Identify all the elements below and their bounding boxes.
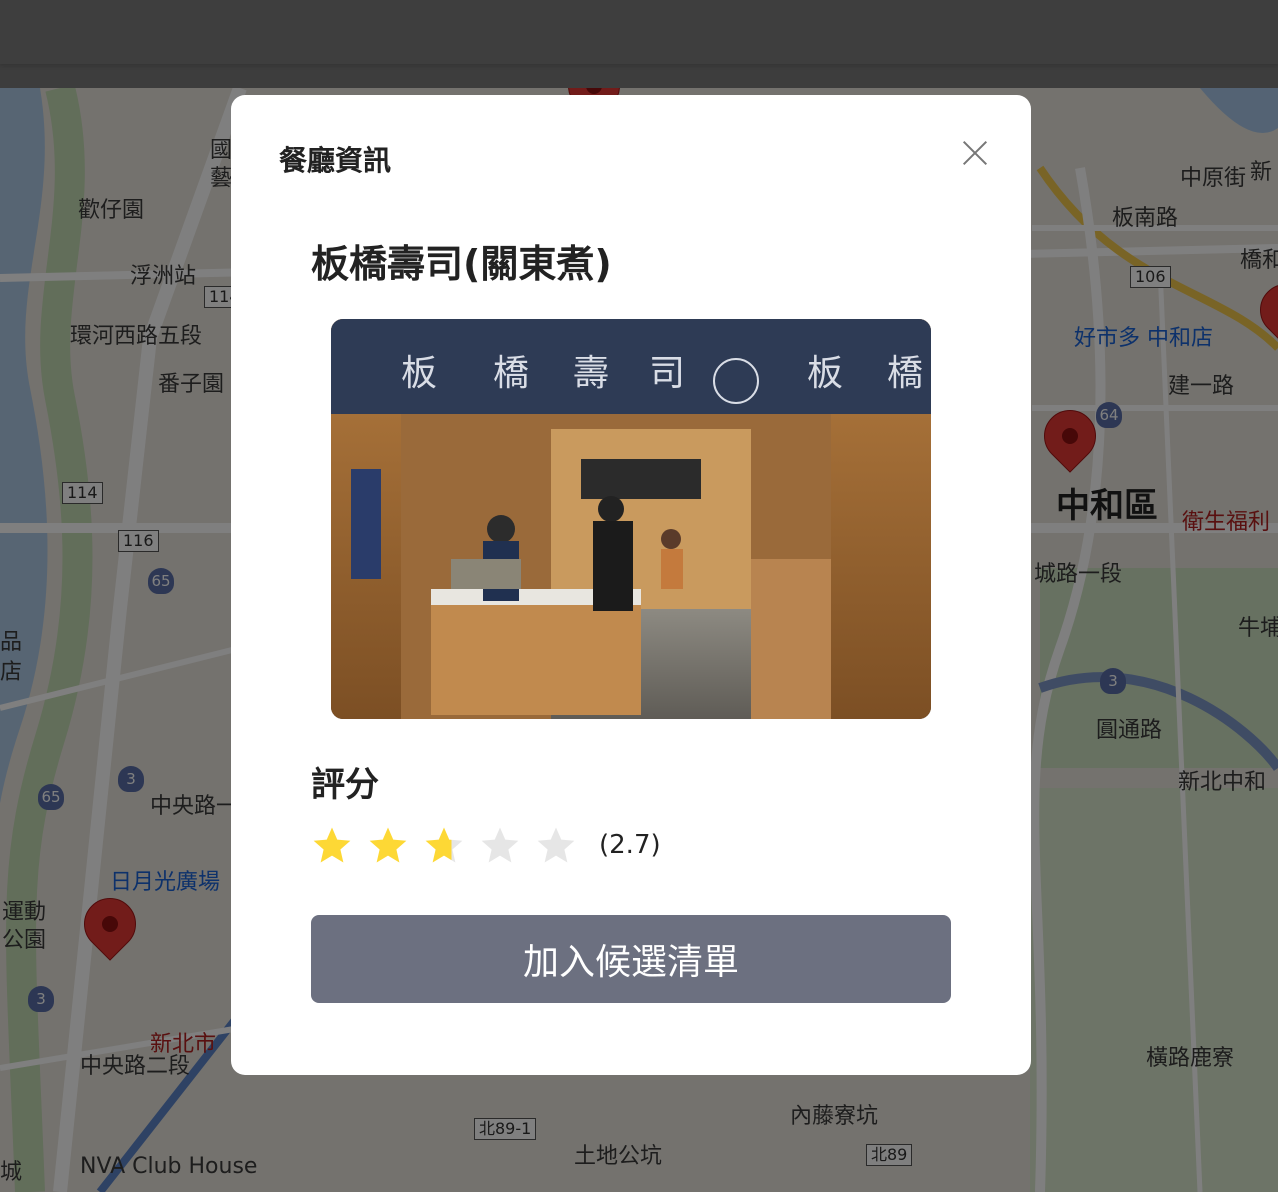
star-icon	[369, 827, 407, 863]
banner-char: 壽	[573, 353, 609, 394]
restaurant-info-modal: 餐廳資訊 板橋壽司(關東煮) 板 橋 壽 司 板 橋 評分 (2.7) 加入候選…	[231, 95, 1031, 1075]
banner-char: 板	[401, 353, 437, 394]
banner-char: 橋	[493, 353, 529, 394]
star-icon	[537, 827, 575, 863]
banner-char: 板	[807, 353, 843, 394]
star-icon	[313, 827, 351, 863]
star-icon	[481, 827, 519, 863]
star-icon	[425, 827, 463, 863]
banner-char: 橋	[887, 353, 923, 394]
close-icon[interactable]	[955, 133, 995, 173]
rating-stars: (2.7)	[311, 823, 661, 867]
restaurant-photo: 板 橋 壽司 板 橋	[331, 319, 931, 719]
modal-title: 餐廳資訊	[279, 144, 392, 177]
banner-char: 司	[649, 353, 685, 394]
restaurant-name: 板橋壽司(關東煮)	[311, 242, 612, 286]
rating-value: (2.7)	[599, 830, 661, 860]
add-to-candidate-list-button[interactable]: 加入候選清單	[311, 915, 951, 1003]
rating-title: 評分	[311, 765, 379, 805]
